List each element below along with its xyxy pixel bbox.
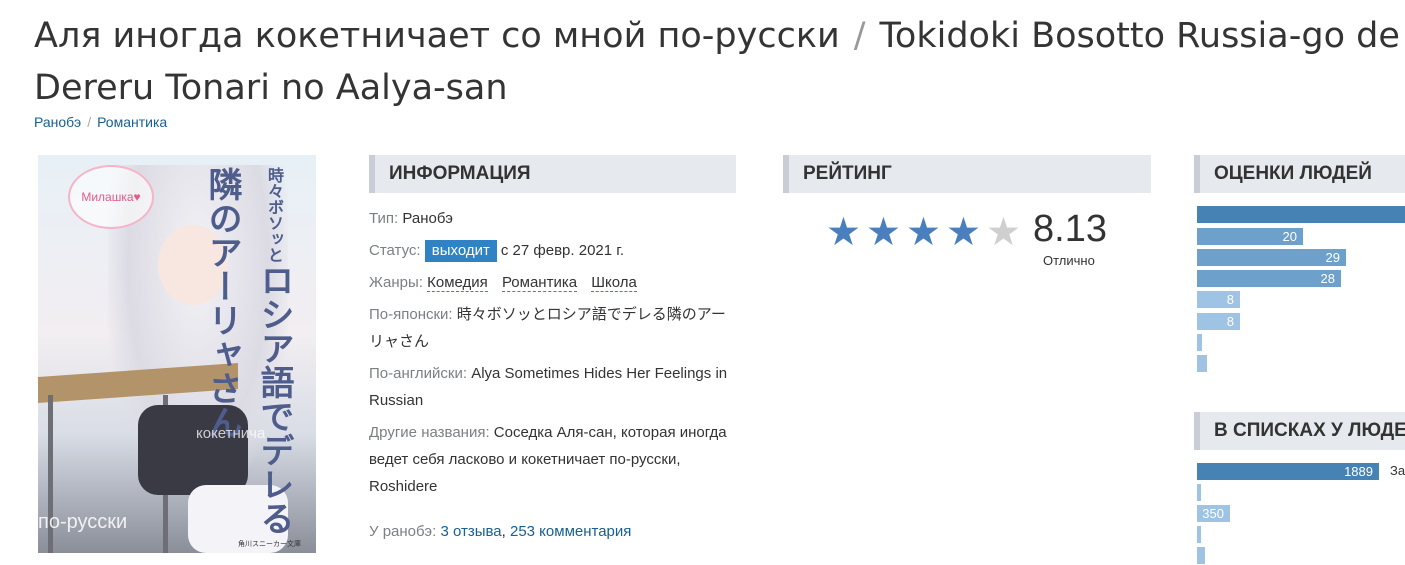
info-type-row: Тип: Ранобэ [369,205,739,232]
list-bar: 350 [1197,505,1230,522]
cover-image[interactable]: Милашка♥ 時々ボソッとロシア語でデレる隣のアーリャさん кокетнич… [38,155,316,553]
reviews-link[interactable]: 3 отзыва [440,523,501,540]
status-badge: выходит [424,240,497,262]
score-bar: 20 [1197,228,1303,245]
rating-label: Отлично [1043,253,1095,268]
star-icon: ★ [946,211,981,254]
list-bar [1197,484,1201,501]
score-bar [1197,206,1405,223]
info-block: Тип: Ранобэ Статус: выходит с 27 февр. 20… [369,205,739,550]
score-bar: 28 [1197,270,1341,287]
breadcrumb-separator: / [87,114,92,130]
score-bar: 8 [1197,313,1240,330]
rating-stars: ★ ★ ★ ★ ★ [826,212,1026,254]
info-footer-row: У ранобэ: 3 отзыва, 253 комментария [369,523,632,540]
info-header: ИНФОРМАЦИЯ [369,155,736,193]
cover-title-vertical: 時々ボソッとロシア語でデレる隣のアーリャさん [202,167,300,553]
info-status-row: Статус: выходит с 27 февр. 2021 г. [369,237,739,264]
title-separator: / [853,16,866,56]
cover-watermark-1: по-русски [38,511,128,533]
japanese-label: По-японски: [369,306,453,323]
list-bar: 1889 [1197,463,1379,480]
cover-publisher: 角川スニーカー文庫 [238,541,301,548]
status-label: Статус: [369,242,421,259]
people-scores-header: ОЦЕНКИ ЛЮДЕЙ [1194,155,1405,193]
star-icon: ★ [906,211,941,254]
footer-label: У ранобэ: [369,523,437,540]
rating-score: 8.13 [1033,208,1107,250]
title-russian: Аля иногда кокетничает со мной по-русски [34,16,840,56]
info-other-names-row: Другие названия: Соседка Аля-сан, котора… [369,419,739,500]
status-date: с 27 февр. 2021 г. [500,242,625,259]
star-icon: ★ [866,211,901,254]
breadcrumb: Ранобэ / Романтика [34,114,167,130]
type-label: Тип: [369,210,399,227]
comments-link[interactable]: 253 комментария [510,523,631,540]
page-title: Аля иногда кокетничает со мной по-русски… [34,10,1405,114]
rating-header: РЕЙТИНГ [783,155,1151,193]
breadcrumb-ranobe[interactable]: Ранобэ [34,114,81,130]
list-bar [1197,526,1201,543]
lists-header: В СПИСКАХ У ЛЮДЕЙ [1194,412,1405,450]
info-japanese-row: По-японски: 時々ボソッとロシア語でデレる隣のアーリャさん [369,301,739,355]
info-english-row: По-английски: Alya Sometimes Hides Her F… [369,360,739,414]
genres-label: Жанры: [369,274,423,291]
list-bar-side-label: За [1390,463,1405,478]
star-empty-icon: ★ [986,211,1021,254]
cover-top-text: 時々ボソッと [265,167,284,263]
star-icon: ★ [826,211,861,254]
list-bar [1197,547,1205,564]
cover-watermark-2: кокетнича [196,425,266,442]
score-bar [1197,334,1202,351]
score-bar [1197,355,1207,372]
breadcrumb-romance[interactable]: Романтика [97,114,167,130]
other-names-label: Другие названия: [369,424,490,441]
type-value: Ранобэ [402,210,453,227]
score-bar: 29 [1197,249,1346,266]
info-genres-row: Жанры: Комедия Романтика Школа [369,269,739,296]
cover-badge: Милашка♥ [68,165,154,229]
genre-school[interactable]: Школа [591,274,637,292]
genre-romance[interactable]: Романтика [501,274,578,292]
english-label: По-английски: [369,365,468,382]
genre-comedy[interactable]: Комедия [427,274,488,292]
score-bar: 8 [1197,291,1240,308]
